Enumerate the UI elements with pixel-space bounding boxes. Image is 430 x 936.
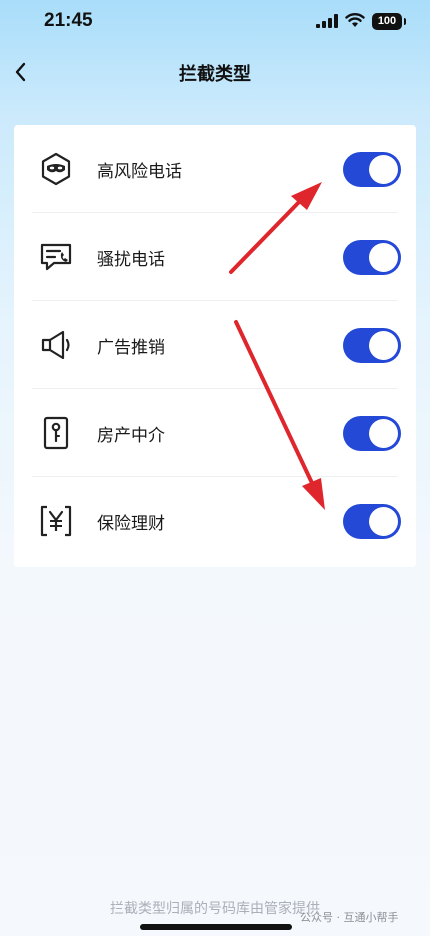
- watermark-text: 公众号 · 互通小帮手: [300, 911, 399, 924]
- advertising-toggle[interactable]: [343, 328, 401, 363]
- real-estate-toggle[interactable]: [343, 416, 401, 451]
- chat-phone-icon: [40, 243, 72, 271]
- list-item-real-estate: 房产中介: [14, 389, 416, 477]
- harassment-toggle[interactable]: [343, 240, 401, 275]
- megaphone-icon: [41, 330, 70, 360]
- status-time: 21:45: [44, 10, 93, 31]
- list-item-high-risk: 高风险电话: [14, 125, 416, 213]
- high-risk-label: 高风险电话: [97, 162, 182, 182]
- home-indicator: [140, 924, 292, 930]
- status-bar: 21:45 100: [0, 0, 430, 44]
- list-item-insurance: 保险理财: [14, 477, 416, 565]
- advertising-label: 广告推销: [97, 338, 165, 358]
- harassment-label: 骚扰电话: [97, 250, 165, 270]
- masked-face-icon: [41, 152, 71, 186]
- yen-icon: [40, 505, 72, 537]
- key-door-icon: [43, 416, 69, 450]
- list-item-harassment: 骚扰电话: [14, 213, 416, 301]
- list-item-advertising: 广告推销: [14, 301, 416, 389]
- wifi-icon: [345, 13, 365, 27]
- insurance-toggle[interactable]: [343, 504, 401, 539]
- cellular-signal-icon: [316, 14, 338, 28]
- intercept-type-list: 高风险电话 骚扰电话 广告推销 房产中介 保险理财: [14, 125, 416, 567]
- page-title: 拦截类型: [179, 64, 251, 85]
- battery-indicator: 100: [372, 13, 406, 30]
- real-estate-label: 房产中介: [97, 426, 165, 446]
- insurance-label: 保险理财: [97, 514, 165, 534]
- high-risk-toggle[interactable]: [343, 152, 401, 187]
